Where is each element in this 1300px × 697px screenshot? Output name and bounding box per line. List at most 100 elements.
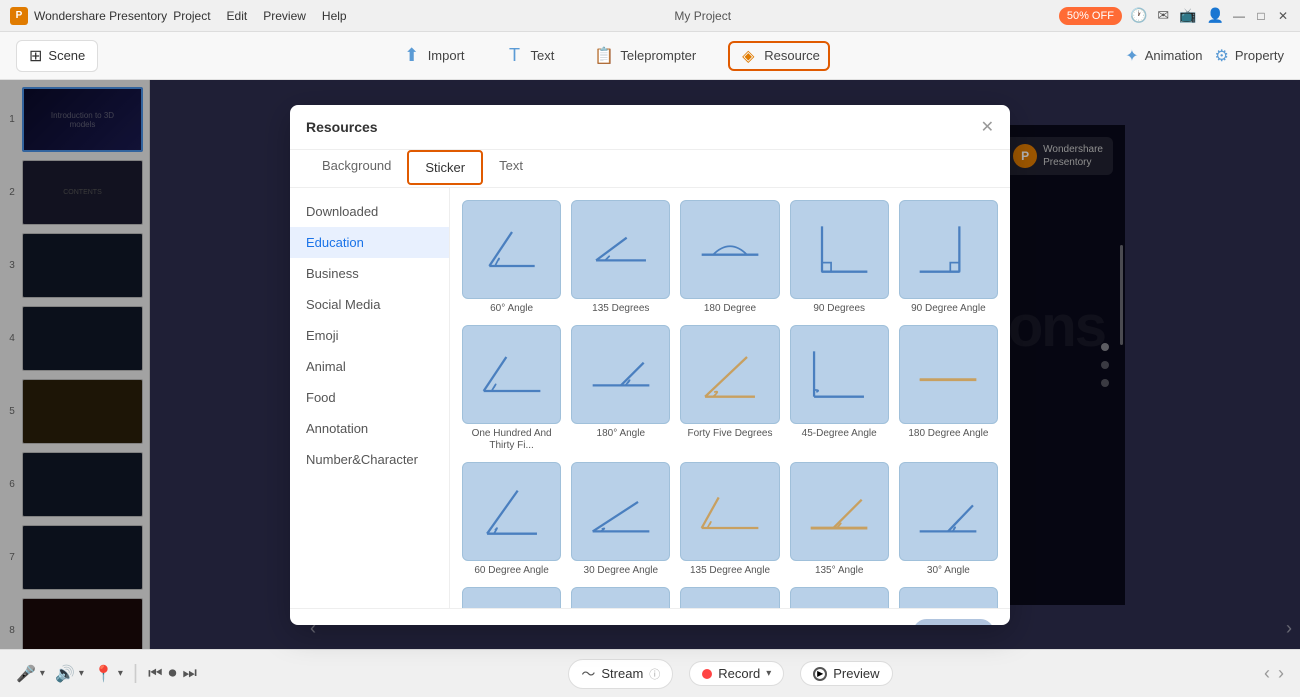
toolbar-import[interactable]: ⬆ Import: [394, 42, 473, 70]
prev-icon[interactable]: ⏮: [148, 665, 162, 683]
toolbar-resource[interactable]: ◈ Resource: [728, 41, 830, 71]
sticker-thumb-135-deg: [680, 462, 779, 561]
mic-control[interactable]: 🎤 ▾: [16, 664, 45, 684]
record-dropdown-icon[interactable]: ▾: [766, 668, 771, 679]
sidebar-education[interactable]: Education: [290, 227, 449, 258]
volume-dropdown[interactable]: ▾: [79, 668, 84, 679]
sticker-60-deg-angle2[interactable]: Sixty Degree Angle: [899, 587, 998, 607]
sidebar-food[interactable]: Food: [290, 382, 449, 413]
sticker-label-9: 180 Degree Angle: [908, 428, 988, 440]
bottom-bar: 🎤 ▾ 🔊 ▾ 📍 ▾ | ⏮ ⏺ ⏭ 〜 Stream ⓘ Record ▾: [0, 649, 1300, 697]
minimize-button[interactable]: —: [1232, 9, 1246, 23]
toolbar-left: ⊞ Scene: [16, 40, 98, 72]
sidebar-downloaded[interactable]: Downloaded: [290, 196, 449, 227]
sticker-180-deg-angle[interactable]: 180 Degree Angle: [899, 325, 998, 452]
sidebar-emoji[interactable]: Emoji: [290, 320, 449, 351]
sticker-label-2: 180 Degree: [704, 303, 756, 315]
user-icon[interactable]: 👤: [1207, 7, 1224, 24]
tab-background[interactable]: Background: [306, 150, 407, 188]
stream-label: Stream: [601, 666, 643, 681]
toolbar-animation[interactable]: ✦ Animation: [1125, 46, 1202, 66]
window-title: My Project: [674, 9, 731, 23]
next-icon[interactable]: ⏭: [182, 665, 196, 683]
nav-help[interactable]: Help: [322, 9, 347, 23]
play-icon[interactable]: ⏺: [168, 665, 176, 683]
sticker-label-12: 135 Degree Angle: [690, 565, 770, 577]
scene-icon: ⊞: [29, 46, 42, 66]
modal-close-button[interactable]: ✕: [981, 117, 994, 137]
sticker-label-3: 90 Degrees: [813, 303, 865, 315]
sticker-90-degrees[interactable]: 90 Degrees: [790, 200, 889, 315]
tab-text[interactable]: Text: [483, 150, 539, 188]
nav-edit[interactable]: Edit: [227, 9, 248, 23]
cast-icon[interactable]: 📺: [1179, 7, 1196, 24]
sidebar-annotation[interactable]: Annotation: [290, 413, 449, 444]
sticker-180-angle[interactable]: 180° Angle: [571, 325, 670, 452]
tab-sticker[interactable]: Sticker: [407, 150, 483, 185]
bottom-center-controls: 〜 Stream ⓘ Record ▾ ▶ Preview: [568, 659, 892, 689]
sticker-one-hundred-thirty[interactable]: One Hundred And Thirty Fi...: [462, 325, 561, 452]
bottom-left-controls: 🎤 ▾ 🔊 ▾ 📍 ▾ | ⏮ ⏺ ⏭: [16, 662, 197, 685]
sticker-90-degree-angle[interactable]: 90 Degree Angle: [899, 200, 998, 315]
toolbar-right: ✦ Animation ⚙ Property: [1125, 46, 1284, 66]
record-button[interactable]: Record ▾: [689, 661, 784, 686]
nav-project[interactable]: Project: [173, 9, 210, 23]
sticker-label-4: 90 Degree Angle: [911, 303, 986, 315]
sticker-thumb-180: [680, 200, 779, 299]
message-icon[interactable]: ✉: [1157, 7, 1169, 24]
btn-50off[interactable]: 50% OFF: [1059, 7, 1122, 25]
sticker-flat-angle[interactable]: Flat Angle: [571, 587, 670, 607]
toolbar-text[interactable]: T Text: [497, 42, 563, 70]
toolbar-property[interactable]: ⚙ Property: [1215, 46, 1284, 66]
titlebar: P Wondershare Presentory Project Edit Pr…: [0, 0, 1300, 32]
sticker-30-angle[interactable]: 30° Angle: [899, 462, 998, 577]
sticker-thumb-135: [571, 200, 670, 299]
mic-dropdown[interactable]: ▾: [40, 668, 45, 679]
preview-button[interactable]: ▶ Preview: [800, 661, 892, 686]
sticker-thumb-60-2: [899, 587, 998, 607]
stream-icon: 〜: [581, 664, 595, 684]
sticker-180-degree[interactable]: 180 Degree: [680, 200, 779, 315]
nav-preview[interactable]: Preview: [263, 9, 306, 23]
sticker-60-angle[interactable]: 60° Angle: [462, 200, 561, 315]
nav-next-slide[interactable]: ›: [1278, 663, 1284, 684]
volume-control[interactable]: 🔊 ▾: [55, 664, 84, 684]
sticker-thumb-130: [462, 325, 561, 424]
sidebar-animal[interactable]: Animal: [290, 351, 449, 382]
toolbar-teleprompter[interactable]: 📋 Teleprompter: [586, 42, 704, 70]
sticker-135-degrees[interactable]: 135 Degrees: [571, 200, 670, 315]
location-dropdown[interactable]: ▾: [118, 668, 123, 679]
sticker-135-degree-angle[interactable]: 135 Degree Angle: [680, 462, 779, 577]
sticker-label-11: 30 Degree Angle: [584, 565, 659, 577]
location-control[interactable]: 📍 ▾: [94, 664, 123, 684]
stream-button[interactable]: 〜 Stream ⓘ: [568, 659, 673, 689]
sidebar-social-media[interactable]: Social Media: [290, 289, 449, 320]
sticker-thumb-45: [680, 325, 779, 424]
bottom-right-controls: ‹ ›: [1264, 663, 1284, 684]
sticker-thumb-135-angle: [790, 462, 889, 561]
sticker-thumb-45-angle: [790, 325, 889, 424]
modal-tabs: Background Sticker Text: [290, 150, 1010, 188]
clock-icon[interactable]: 🕐: [1130, 7, 1147, 24]
sidebar-business[interactable]: Business: [290, 258, 449, 289]
sticker-label-5: One Hundred And Thirty Fi...: [462, 428, 561, 452]
sticker-30-degree-angle[interactable]: 30 Degree Angle: [571, 462, 670, 577]
sticker-right-angle[interactable]: 90° Right Angle: [462, 587, 561, 607]
sticker-135-angle[interactable]: 135° Angle: [790, 462, 889, 577]
apply-button[interactable]: Apply: [913, 619, 994, 625]
sticker-45-degrees[interactable]: Forty Five Degrees: [680, 325, 779, 452]
sticker-30-deg-angle2[interactable]: Thirty Degree Angle: [790, 587, 889, 607]
sticker-45-deg-angle2[interactable]: Forty-Five Degree Angle: [680, 587, 779, 607]
modal-body: Downloaded Education Business Social Med…: [290, 188, 1010, 608]
scene-button[interactable]: ⊞ Scene: [16, 40, 98, 72]
sticker-label-1: 135 Degrees: [592, 303, 649, 315]
sticker-label-13: 135° Angle: [815, 565, 864, 577]
resources-modal: Resources ✕ Background Sticker Text Down…: [290, 105, 1010, 625]
maximize-button[interactable]: □: [1254, 9, 1268, 23]
nav-prev-slide[interactable]: ‹: [1264, 663, 1270, 684]
animation-icon: ✦: [1125, 46, 1138, 66]
close-button[interactable]: ✕: [1276, 9, 1290, 23]
sticker-60-degree-angle[interactable]: 60 Degree Angle: [462, 462, 561, 577]
sticker-45-deg-angle[interactable]: 45-Degree Angle: [790, 325, 889, 452]
sidebar-number-char[interactable]: Number&Character: [290, 444, 449, 475]
